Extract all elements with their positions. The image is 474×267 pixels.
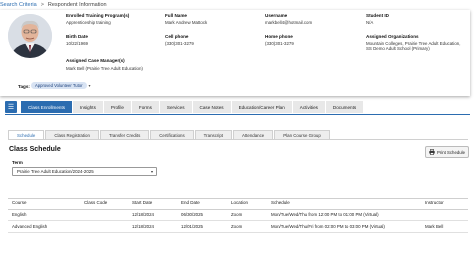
home-phone-value: (330)301-3279 bbox=[265, 41, 294, 46]
cell-start-date: 12/18/2024 bbox=[132, 224, 154, 229]
tab-profile[interactable]: Profile bbox=[103, 101, 132, 113]
column-header-start-date: Start Date bbox=[132, 200, 153, 205]
breadcrumb-separator: > bbox=[40, 2, 44, 8]
enrolled-programs-label: Enrolled Training Program(s) bbox=[66, 13, 130, 18]
cell-end-date: 06/30/2025 bbox=[181, 212, 203, 217]
cell-end-date: 12/01/2025 bbox=[181, 224, 203, 229]
term-select[interactable]: Prairie Tree Adult Education/2024-2025 ▾ bbox=[12, 167, 157, 176]
enrolled-programs-value: Apprenticeship training bbox=[66, 20, 111, 25]
cell-phone-label: Cell phone bbox=[165, 34, 189, 39]
page-title: Class Schedule bbox=[9, 146, 61, 153]
print-schedule-button[interactable]: Print Schedule bbox=[425, 146, 469, 158]
student-id-value: N/A bbox=[366, 20, 374, 25]
column-header-instructor: Instructor bbox=[425, 200, 444, 205]
tags-label: Tags: bbox=[18, 84, 30, 89]
tab-insights[interactable]: Insights bbox=[73, 101, 104, 113]
tab-services[interactable]: Services bbox=[159, 101, 193, 113]
assigned-organizations-label: Assigned Organizations bbox=[366, 34, 419, 39]
tab-documents[interactable]: Documents bbox=[325, 101, 365, 113]
username-value: markbell4@hotmail.com bbox=[265, 20, 313, 25]
breadcrumb: Search Criteria > Respondent Information bbox=[0, 2, 107, 8]
cell-start-date: 12/18/2024 bbox=[132, 212, 154, 217]
print-schedule-label: Print Schedule bbox=[437, 149, 465, 155]
full-name-label: Full Name bbox=[165, 13, 187, 18]
tab-attendance[interactable]: Attendance bbox=[233, 130, 274, 139]
tag-approved-volunteer-tutor[interactable]: Approved Volunteer Tutor bbox=[31, 82, 87, 89]
cell-schedule: Mon/Tue/Wed/Thu from 12:00 PM to 01:00 P… bbox=[271, 212, 379, 217]
assigned-organizations-value: Mountain Colleges, Prairie Tree Adult Ed… bbox=[366, 41, 461, 52]
tab-plan-course-group[interactable]: Plan Course Group bbox=[274, 130, 330, 139]
row-divider bbox=[8, 232, 468, 233]
avatar bbox=[8, 14, 52, 58]
column-header-end-date: End Date bbox=[181, 200, 200, 205]
tag-group: Approved Volunteer Tutor ▾ bbox=[31, 82, 91, 89]
cell-location: Zoom bbox=[231, 212, 243, 217]
column-header-class-code: Class Code bbox=[84, 200, 108, 205]
tab-schedule[interactable]: Schedule bbox=[8, 130, 45, 139]
term-select-value: Prairie Tree Adult Education/2024-2025 bbox=[17, 169, 94, 174]
term-label: Term bbox=[12, 160, 23, 165]
cell-course: English bbox=[12, 212, 27, 217]
tab-transfer-credits[interactable]: Transfer Credits bbox=[99, 130, 150, 139]
sub-tab-divider bbox=[8, 139, 468, 140]
tab-case-notes[interactable]: Case Notes bbox=[192, 101, 232, 113]
main-tab-bar: ☰ Class Enrollments Insights Profile For… bbox=[5, 101, 365, 113]
sub-tab-bar: Schedule Class Registration Transfer Cre… bbox=[8, 130, 331, 139]
username-label: Username bbox=[265, 13, 288, 18]
student-id-label: Student ID bbox=[366, 13, 389, 18]
tab-transcript[interactable]: Transcript bbox=[194, 130, 233, 139]
tab-class-enrollments[interactable]: Class Enrollments bbox=[21, 101, 74, 113]
breadcrumb-current: Respondent Information bbox=[47, 2, 107, 8]
printer-icon bbox=[429, 149, 435, 155]
breadcrumb-link-search-criteria[interactable]: Search Criteria bbox=[0, 2, 37, 8]
row-divider bbox=[8, 220, 468, 221]
cell-schedule: Mon/Tue/Wed/Thu/Fri from 02:00 PM to 03:… bbox=[271, 224, 385, 229]
avatar-photo bbox=[8, 14, 52, 58]
tab-activities[interactable]: Activities bbox=[292, 101, 326, 113]
tab-forms[interactable]: Forms bbox=[131, 101, 160, 113]
chevron-down-icon: ▾ bbox=[150, 169, 153, 174]
birth-date-label: Birth Date bbox=[66, 34, 88, 39]
hamburger-icon[interactable]: ☰ bbox=[5, 101, 17, 113]
main-tab-divider bbox=[5, 114, 470, 115]
birth-date-value: 10/22/1969 bbox=[66, 41, 88, 46]
tab-education-career-plan[interactable]: Education/Career Plan bbox=[231, 101, 293, 113]
column-header-course: Course bbox=[12, 200, 27, 205]
home-phone-label: Home phone bbox=[265, 34, 293, 39]
cell-instructor: Mark Bell bbox=[425, 224, 444, 229]
cell-course: Advanced English bbox=[12, 224, 48, 229]
cell-location: Zoom bbox=[231, 224, 243, 229]
column-header-location: Location bbox=[231, 200, 249, 205]
chevron-down-icon[interactable]: ▾ bbox=[89, 83, 91, 88]
cell-phone-value: (330)301-3279 bbox=[165, 41, 194, 46]
case-manager-label: Assigned Case Manager(s) bbox=[66, 58, 125, 63]
full-name-value: Mark Andrew Mattock bbox=[165, 20, 208, 25]
case-manager-value: Mark Bell (Prairie Tree Adult Education) bbox=[66, 66, 143, 71]
tab-class-registration[interactable]: Class Registration bbox=[45, 130, 99, 139]
column-header-schedule: Schedule bbox=[271, 200, 290, 205]
tab-certifications[interactable]: Certifications bbox=[150, 130, 194, 139]
